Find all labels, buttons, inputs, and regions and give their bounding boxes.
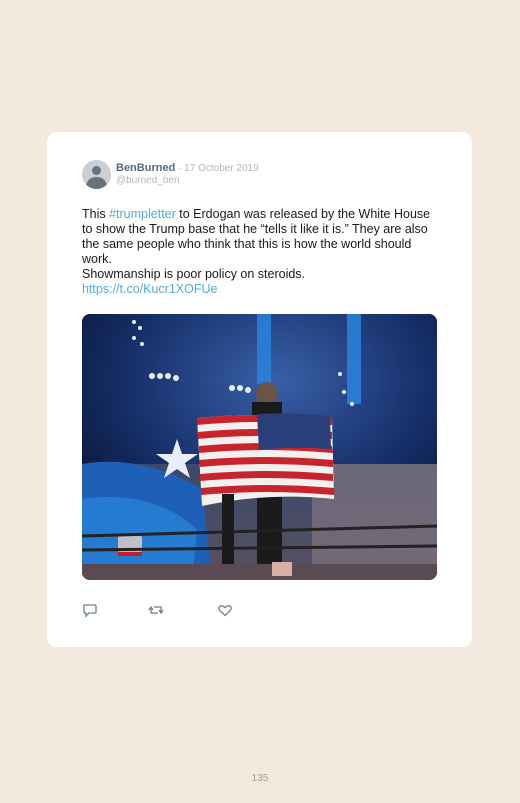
- page-number: 135: [251, 773, 269, 784]
- tweet-line2: Showmanship is poor policy on steroids.: [82, 267, 306, 281]
- american-flag: [197, 413, 334, 506]
- retweet-icon[interactable]: [148, 602, 164, 618]
- tweet-url-link[interactable]: https://t.co/Kucr1XOFUe: [82, 282, 217, 296]
- reply-icon[interactable]: [82, 602, 98, 618]
- avatar-body: [86, 177, 107, 189]
- date-separator: ·: [175, 163, 185, 174]
- author-line: BenBurned · 17 October 2019: [116, 162, 259, 174]
- tweet-date[interactable]: 17 October 2019: [184, 163, 259, 174]
- tweet-media-image[interactable]: [82, 314, 437, 580]
- wrestling-scene: [82, 314, 437, 580]
- avatar-head: [92, 166, 101, 175]
- wwe-logo: [118, 536, 142, 556]
- hashtag-link[interactable]: #trumpletter: [109, 207, 176, 221]
- tweet-text: This #trumpletter to Erdogan was release…: [82, 207, 442, 297]
- tweet-paragraph: This #trumpletter to Erdogan was release…: [82, 207, 442, 267]
- avatar[interactable]: [82, 160, 111, 189]
- text-pre: This: [82, 207, 110, 221]
- author-name[interactable]: BenBurned: [116, 162, 175, 174]
- tweet-card: BenBurned · 17 October 2019 @burned_ben …: [47, 132, 472, 647]
- heart-icon[interactable]: [217, 602, 233, 618]
- tweet-actions: [82, 602, 282, 618]
- author-handle[interactable]: @burned_ben: [116, 175, 180, 186]
